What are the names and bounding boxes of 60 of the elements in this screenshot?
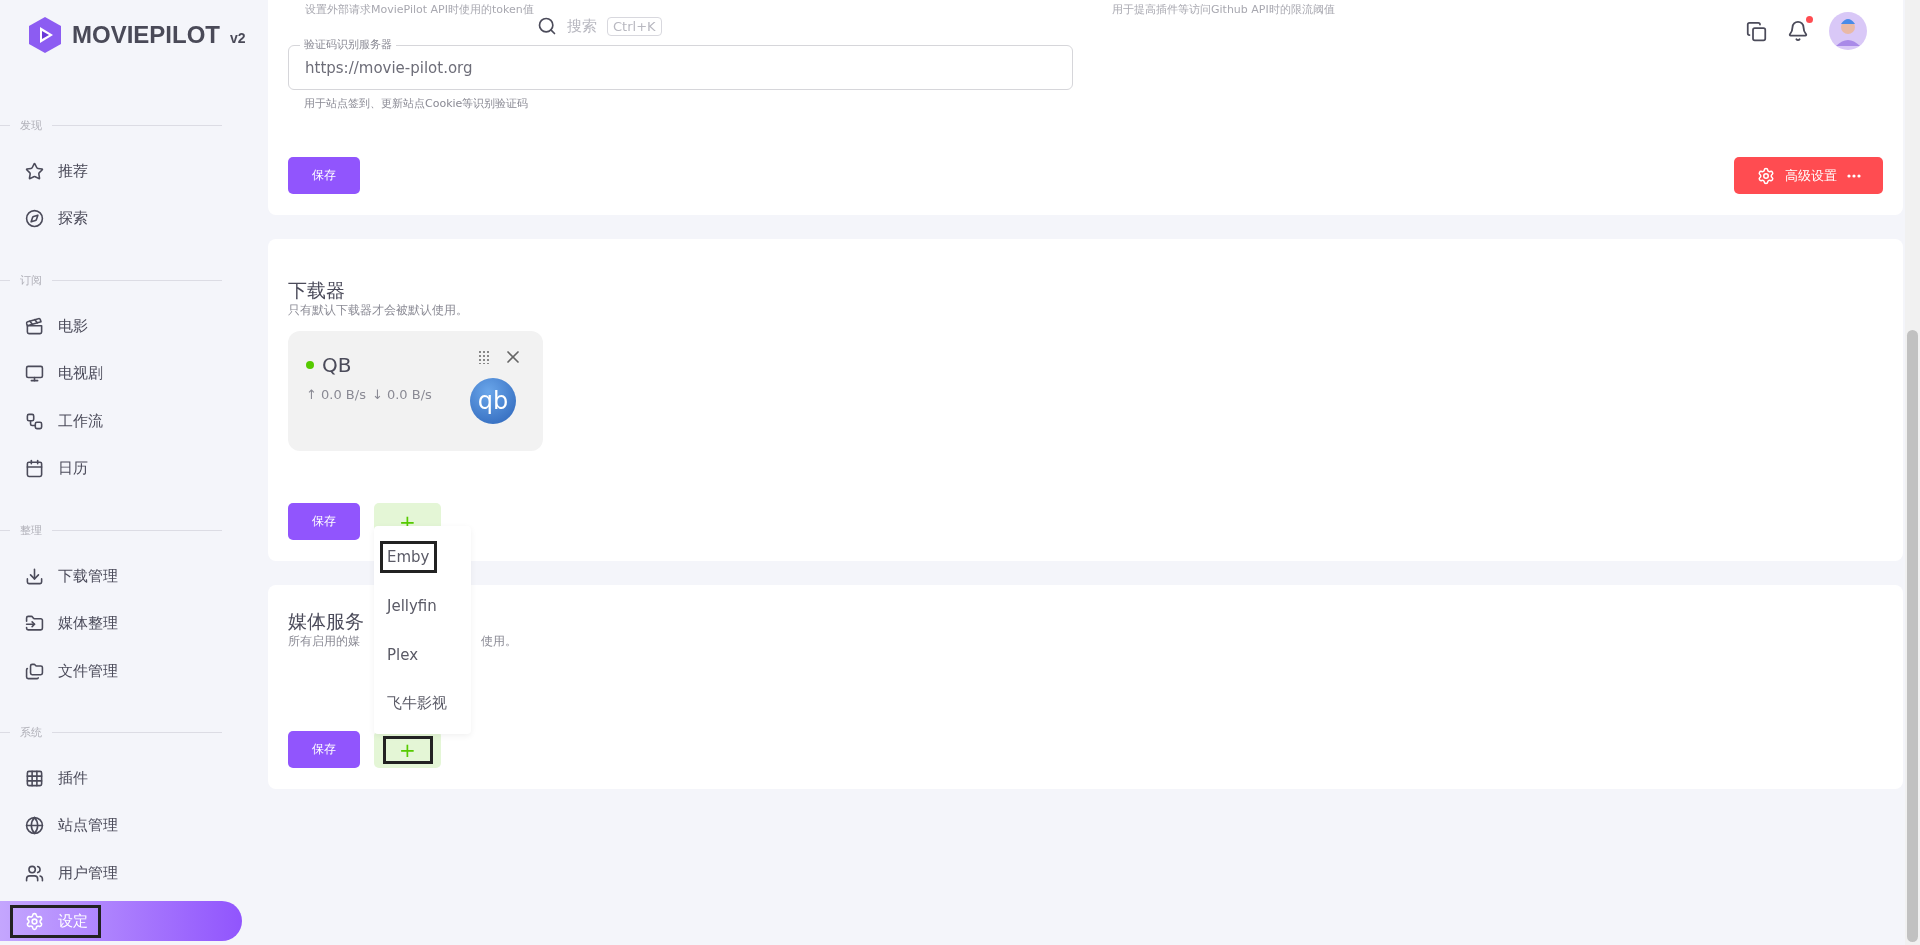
bell-icon[interactable] bbox=[1787, 20, 1809, 42]
calendar-icon bbox=[25, 459, 44, 479]
menu-item[interactable]: Emby bbox=[380, 540, 437, 573]
downloader-logo: qb bbox=[470, 378, 516, 424]
section-title: 订阅 bbox=[20, 273, 42, 289]
downloader-name: QB bbox=[322, 353, 352, 377]
compass-icon bbox=[25, 209, 44, 229]
folder-icon bbox=[25, 614, 44, 634]
settings-icon bbox=[25, 911, 44, 931]
scrollbar-thumb[interactable] bbox=[1907, 330, 1918, 942]
hint-text: 设置外部请求MoviePilot API时使用的token值 bbox=[304, 3, 535, 17]
globe-icon bbox=[25, 816, 44, 836]
sidebar-item[interactable]: 电视剧 bbox=[0, 353, 242, 394]
hint-text: 用于提高插件等访问Github API时的限流阈值 bbox=[1111, 3, 1336, 17]
section-title: 整理 bbox=[20, 522, 42, 538]
star-icon bbox=[25, 161, 44, 181]
upload-speed: ↑ 0.0 B/s bbox=[306, 387, 366, 402]
save-button[interactable]: 保存 bbox=[288, 503, 360, 540]
folders-icon bbox=[25, 661, 44, 681]
gear-icon bbox=[1756, 166, 1775, 185]
drag-handle-icon[interactable] bbox=[479, 350, 489, 364]
users-icon bbox=[25, 864, 44, 884]
section-title: 下载器 bbox=[288, 278, 346, 302]
save-button[interactable]: 保存 bbox=[288, 731, 360, 768]
windows-icon[interactable] bbox=[1746, 20, 1767, 42]
section-title: 系统 bbox=[20, 725, 42, 741]
monitor-icon bbox=[25, 364, 44, 384]
logo-text: MOVIEPILOT bbox=[72, 21, 220, 49]
grid-icon bbox=[25, 768, 44, 788]
download-speed: ↓ 0.0 B/s bbox=[371, 387, 432, 402]
hint-text: 用于站点签到、更新站点Cookie等识别验证码 bbox=[303, 96, 530, 111]
menu-item[interactable]: Jellyfin bbox=[380, 589, 444, 622]
section-subtitle: 使用。 bbox=[481, 633, 517, 649]
version-label: v2 bbox=[230, 30, 246, 46]
sidebar-item[interactable]: 推荐 bbox=[0, 151, 242, 192]
download-icon bbox=[25, 566, 44, 586]
clapperboard-icon bbox=[25, 316, 44, 336]
sidebar-item[interactable]: 插件 bbox=[0, 758, 242, 799]
field-label: 验证码识别服务器 bbox=[300, 38, 396, 52]
sidebar-item[interactable]: 工作流 bbox=[0, 401, 242, 442]
search-icon[interactable] bbox=[537, 16, 557, 36]
section-subtitle: 只有默认下载器才会被默认使用。 bbox=[288, 302, 469, 318]
sidebar-item[interactable]: 站点管理 bbox=[0, 806, 242, 846]
sidebar-item[interactable]: 下载管理 bbox=[0, 556, 242, 596]
logo-icon bbox=[28, 16, 62, 54]
sidebar-item[interactable]: 日历 bbox=[0, 449, 242, 489]
sidebar-item[interactable]: 探索 bbox=[0, 199, 242, 239]
sidebar-item[interactable]: 用户管理 bbox=[0, 853, 242, 894]
sidebar-item[interactable]: 媒体整理 bbox=[0, 603, 242, 644]
menu-item[interactable]: 飞牛影视 bbox=[380, 687, 454, 720]
more-icon bbox=[1846, 173, 1861, 178]
downloader-card[interactable]: QB ↑ 0.0 B/s ↓ 0.0 B/s qb bbox=[288, 331, 543, 451]
section-subtitle: 所有启用的媒 bbox=[288, 633, 361, 649]
section-title: 发现 bbox=[20, 118, 42, 134]
menu-item[interactable]: Plex bbox=[380, 638, 426, 671]
workflow-icon bbox=[25, 411, 44, 431]
save-button[interactable]: 保存 bbox=[288, 157, 360, 194]
section-title: 媒体服务 bbox=[288, 609, 365, 633]
sidebar-item[interactable]: 电影 bbox=[0, 306, 242, 346]
sidebar-item[interactable]: 文件管理 bbox=[0, 651, 242, 692]
